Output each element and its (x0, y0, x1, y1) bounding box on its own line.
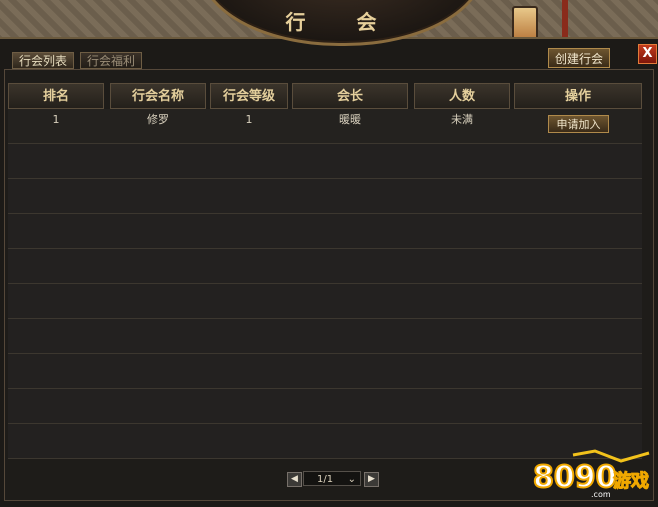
svg-text:游戏: 游戏 (613, 470, 649, 492)
table-row-empty (8, 214, 642, 249)
cell-guild-name: 修罗 (147, 113, 169, 126)
header-action: 操作 (514, 83, 642, 109)
apply-join-button[interactable]: 申请加入 (548, 115, 609, 133)
window-title: 行 会 (285, 10, 399, 34)
page-indicator: 1/1 (317, 474, 334, 485)
watermark-logo: 8090 游戏 .com (532, 449, 651, 499)
cell-leader: 暖暖 (339, 113, 361, 126)
tab-guild-list[interactable]: 行会列表 (12, 52, 74, 69)
cell-guild-level: 1 (245, 113, 253, 126)
svg-text:.com: .com (591, 490, 611, 499)
header-members: 人数 (414, 83, 510, 109)
guild-table-body: 1 修罗 1 暖暖 未满 申请加入 (8, 109, 642, 459)
chevron-right-icon[interactable]: ▶ (364, 472, 379, 487)
table-row-empty (8, 284, 642, 319)
chevron-down-icon: ⌄ (347, 474, 356, 485)
table-row-empty (8, 249, 642, 284)
page-select[interactable]: 1/1 ⌄ (303, 471, 361, 486)
cell-members: 未满 (451, 113, 473, 126)
tab-guild-benefits[interactable]: 行会福利 (80, 52, 142, 69)
table-row-empty (8, 319, 642, 354)
create-guild-button[interactable]: 创建行会 (548, 48, 610, 68)
header-leader: 会长 (292, 83, 408, 109)
table-header: 排名 行会名称 行会等级 会长 人数 操作 (8, 83, 642, 109)
table-row-empty (8, 179, 642, 214)
logo-graphic: 8090 游戏 .com (532, 449, 650, 499)
table-row-empty (8, 389, 642, 424)
table-row: 1 修罗 1 暖暖 未满 申请加入 (8, 109, 642, 144)
header-guild-level: 行会等级 (210, 83, 288, 109)
close-button[interactable]: X (638, 44, 657, 64)
table-row-empty (8, 354, 642, 389)
table-row-empty (8, 144, 642, 179)
chevron-left-icon[interactable]: ◀ (287, 472, 302, 487)
pole-decoration (562, 0, 568, 40)
header-rank: 排名 (8, 83, 104, 109)
cell-rank: 1 (52, 113, 60, 126)
header-guild-name: 行会名称 (110, 83, 206, 109)
